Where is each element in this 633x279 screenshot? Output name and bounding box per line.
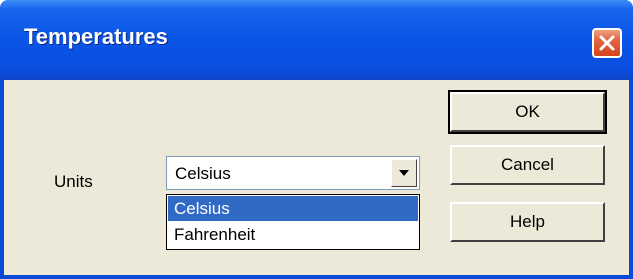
close-button[interactable] (592, 28, 622, 58)
dialog-window: Temperatures Units Celsius Celsius Fahre… (0, 0, 633, 279)
chevron-down-icon (399, 170, 409, 176)
ok-button[interactable]: OK (448, 90, 607, 134)
units-dropdown-button[interactable] (391, 159, 417, 187)
title-bar[interactable]: Temperatures (0, 0, 633, 80)
units-option-fahrenheit[interactable]: Fahrenheit (168, 222, 418, 247)
window-title: Temperatures (24, 24, 168, 49)
units-label: Units (54, 172, 93, 191)
help-button[interactable]: Help (450, 202, 605, 242)
units-selected-value: Celsius (175, 164, 231, 183)
units-option-celsius[interactable]: Celsius (168, 196, 418, 221)
dialog-body: Units Celsius Celsius Fahrenheit OK Canc… (4, 80, 629, 275)
units-dropdown-list: Celsius Fahrenheit (166, 194, 420, 250)
units-combobox[interactable]: Celsius (166, 156, 420, 190)
close-icon (599, 35, 615, 51)
cancel-button[interactable]: Cancel (450, 145, 605, 185)
